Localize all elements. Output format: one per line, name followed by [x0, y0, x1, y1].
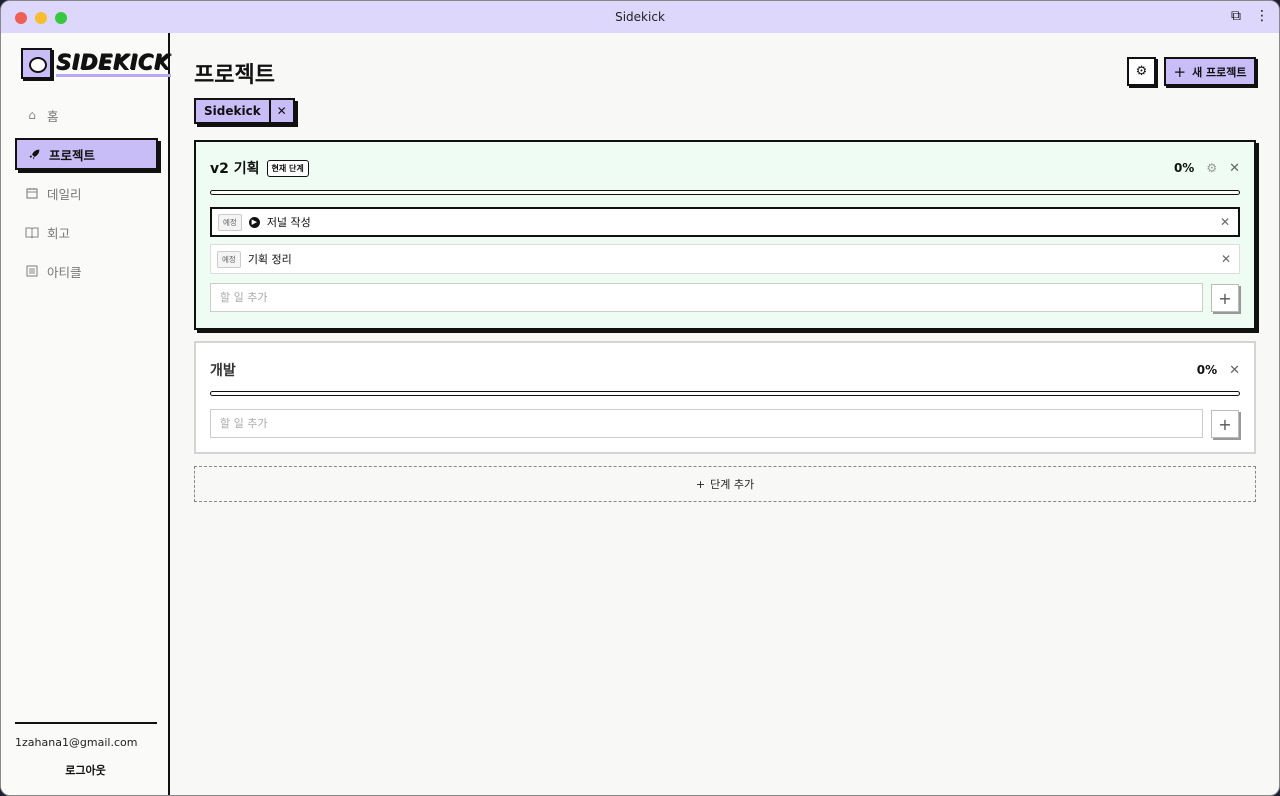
- gear-icon: ⚙: [1135, 64, 1148, 79]
- stage-card: 개발 0% ✕ +: [194, 341, 1256, 454]
- task-item[interactable]: 예정 기획 정리 ✕: [210, 244, 1240, 274]
- sidebar-nav: ⌂ 홈 프로젝트 데일리 회고 아티클: [15, 99, 158, 294]
- sidebar-item-projects[interactable]: 프로젝트: [15, 138, 158, 170]
- task-status-tag: 예정: [218, 213, 242, 231]
- add-stage-button[interactable]: + 단계 추가: [194, 466, 1256, 502]
- sidebar-divider: [15, 722, 157, 724]
- logo-text: SIDEKICK: [56, 51, 171, 77]
- add-stage-label: 단계 추가: [710, 478, 755, 491]
- add-task-input[interactable]: [210, 283, 1203, 312]
- minimize-window-button[interactable]: [35, 12, 47, 24]
- task-text: 저널 작성: [266, 216, 311, 229]
- close-window-button[interactable]: [15, 12, 27, 24]
- maximize-window-button[interactable]: [55, 12, 67, 24]
- add-task-input[interactable]: [210, 409, 1203, 438]
- stage-card: v2 기획 현재 단계 0% ⚙ ✕ 예정 ▶ 저널 작성 ✕ 예정 기획 정리: [194, 140, 1256, 330]
- close-icon[interactable]: ✕: [1221, 252, 1231, 266]
- book-icon: [25, 225, 39, 239]
- task-status-tag: 예정: [217, 250, 241, 268]
- sidebar-item-home[interactable]: ⌂ 홈: [15, 99, 158, 131]
- logout-button[interactable]: 로그아웃: [1, 762, 170, 778]
- project-chip[interactable]: Sidekick ✕: [194, 98, 295, 124]
- stage-progress-bar: [210, 391, 1240, 396]
- add-task-button[interactable]: +: [1211, 410, 1239, 438]
- current-stage-badge: 현재 단계: [266, 159, 309, 177]
- more-menu-icon[interactable]: ⋮: [1255, 8, 1269, 24]
- stage-name[interactable]: v2 기획: [210, 158, 260, 178]
- window-controls: [15, 12, 67, 24]
- sidebar-item-label: 데일리: [47, 186, 82, 202]
- user-email: 1zahana1@gmail.com: [15, 736, 138, 749]
- close-icon[interactable]: ✕: [268, 100, 293, 122]
- plus-icon: +: [1218, 288, 1232, 308]
- close-icon[interactable]: ✕: [1229, 161, 1240, 176]
- task-text: 기획 정리: [247, 253, 292, 266]
- gear-icon[interactable]: ⚙: [1206, 161, 1217, 175]
- rocket-icon: [27, 147, 41, 161]
- chevron-right-icon: ▶: [248, 216, 260, 228]
- article-icon: [25, 264, 39, 278]
- sidebar-item-label: 홈: [47, 108, 59, 124]
- plus-icon: +: [1218, 414, 1232, 434]
- logo-mark: [21, 48, 52, 79]
- sidebar-item-daily[interactable]: 데일리: [15, 177, 158, 209]
- sidebar-item-label: 회고: [47, 225, 71, 241]
- sidebar-item-label: 프로젝트: [49, 147, 96, 163]
- app-window: Sidekick ⧉ ⋮ SIDEKICK ⌂ 홈 프로젝트 데일리 회고 아티…: [0, 0, 1280, 796]
- titlebar: Sidekick ⧉ ⋮: [1, 1, 1279, 33]
- stage-progress-percent: 0%: [1173, 161, 1195, 175]
- main-content: 프로젝트 ⚙ + 새 프로젝트 Sidekick ✕ v2 기획 현재 단계 0…: [172, 33, 1279, 795]
- home-icon: ⌂: [28, 108, 36, 122]
- stage-progress-bar: [210, 190, 1240, 195]
- plus-icon: +: [1173, 62, 1187, 81]
- sidebar-item-retrospective[interactable]: 회고: [15, 216, 158, 248]
- task-item[interactable]: 예정 ▶ 저널 작성 ✕: [210, 207, 1240, 237]
- new-project-label: 새 프로젝트: [1192, 65, 1247, 79]
- stage-name[interactable]: 개발: [210, 360, 236, 380]
- page-title: 프로젝트: [194, 63, 275, 88]
- calendar-icon: [25, 186, 39, 200]
- stage-progress-percent: 0%: [1196, 363, 1218, 377]
- add-task-button[interactable]: +: [1211, 284, 1239, 312]
- project-chip-label: Sidekick: [204, 104, 261, 118]
- close-icon[interactable]: ✕: [1229, 363, 1240, 378]
- sidebar-item-articles[interactable]: 아티클: [15, 255, 158, 287]
- sidebar: SIDEKICK ⌂ 홈 프로젝트 데일리 회고 아티클 1zahana1@gm…: [1, 33, 171, 795]
- project-settings-button[interactable]: ⚙: [1127, 57, 1156, 86]
- window-title: Sidekick: [615, 10, 665, 24]
- close-icon[interactable]: ✕: [1220, 215, 1230, 229]
- new-project-button[interactable]: + 새 프로젝트: [1164, 57, 1256, 86]
- extension-icon[interactable]: ⧉: [1231, 8, 1241, 24]
- plus-icon: +: [695, 477, 706, 491]
- logo[interactable]: SIDEKICK: [21, 48, 171, 79]
- sidebar-item-label: 아티클: [47, 264, 82, 280]
